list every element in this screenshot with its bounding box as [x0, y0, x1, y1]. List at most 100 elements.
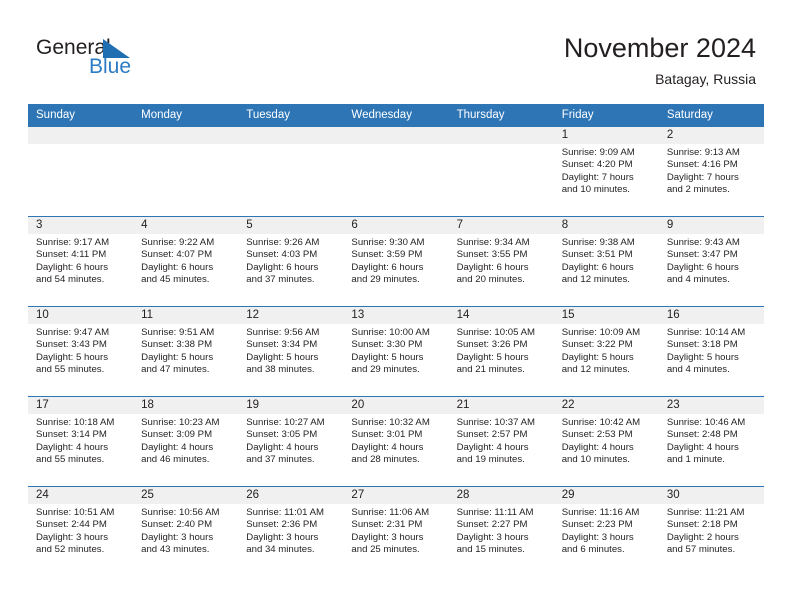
cell-inner [238, 127, 344, 216]
sunset-text: Sunset: 3:51 PM [561, 249, 633, 261]
cell-inner [133, 127, 239, 216]
daylight-text: Daylight: 3 hours [141, 531, 214, 543]
calendar-cell-day[interactable]: 27 Sunrise: 11:06 AM Sunset: 2:31 PM Daylig… [343, 486, 449, 576]
sunrise-text: Sunrise: 10:42 AM [561, 417, 641, 428]
calendar-cell-day[interactable]: 13 Sunrise: 10:00 AM Sunset: 3:30 PM Daylig… [343, 306, 449, 397]
calendar-week-row: 3 Sunrise: 9:17 AM Sunset: 4:11 PM Daylight… [28, 216, 764, 307]
calendar-cell-day[interactable]: 23 Sunrise: 10:46 AM Sunset: 2:48 PM Daylig… [658, 396, 764, 487]
sunset-text: Sunset: 3:30 PM [351, 339, 423, 351]
day-details: Sunrise: 10:09 AM Sunset: 3:22 PM Daylight… [554, 324, 659, 377]
daylight-text: Daylight: 6 hours [456, 261, 529, 273]
weekday-header-row: Sunday Monday Tuesday Wednesday Thursday Frid… [28, 104, 764, 127]
calendar-week-row: 24 Sunrise: 10:51 AM Sunset: 2:44 PM Daylig… [28, 486, 764, 576]
day-number: 29 [553, 487, 659, 504]
cell-inner: 14 Sunrise: 10:05 AM Sunset: 3:26 PM Daylig… [448, 307, 554, 396]
sunrise-text: Sunrise: 9:17 AM [36, 237, 110, 248]
calendar-cell-day[interactable]: 29 Sunrise: 11:16 AM Sunset: 2:23 PM Daylig… [553, 486, 659, 576]
cell-inner [343, 127, 449, 216]
daylight-text: Daylight: 3 hours [351, 531, 424, 543]
daylight-text-cont: and 4 minutes. [666, 364, 730, 376]
daylight-text-cont: and 38 minutes. [246, 364, 315, 376]
cell-inner [28, 127, 134, 216]
calendar-cell-day[interactable]: 16 Sunrise: 10:14 AM Sunset: 3:18 PM Daylig… [658, 306, 764, 397]
weekday-header-thursday: Thursday [448, 104, 554, 127]
daylight-text: Daylight: 3 hours [561, 531, 634, 543]
calendar-cell-day[interactable]: 4 Sunrise: 9:22 AM Sunset: 4:07 PM Daylight… [133, 216, 239, 307]
day-details [343, 144, 448, 147]
day-details: Sunrise: 10:27 AM Sunset: 3:05 PM Daylight… [238, 414, 343, 467]
calendar-cell-day[interactable]: 26 Sunrise: 11:01 AM Sunset: 2:36 PM Daylig… [238, 486, 344, 576]
cell-inner: 19 Sunrise: 10:27 AM Sunset: 3:05 PM Daylig… [238, 397, 344, 486]
calendar-cell-day[interactable]: 12 Sunrise: 9:56 AM Sunset: 3:34 PM Dayligh… [238, 306, 344, 397]
weekday-header-friday: Friday [553, 104, 659, 127]
day-number: 7 [448, 217, 554, 234]
calendar-cell-day[interactable]: 9 Sunrise: 9:43 AM Sunset: 3:47 PM Daylight… [658, 216, 764, 307]
daylight-text-cont: and 15 minutes. [456, 544, 525, 556]
calendar-cell-day[interactable]: 15 Sunrise: 10:09 AM Sunset: 3:22 PM Daylig… [553, 306, 659, 397]
day-number [133, 127, 239, 144]
brand-name-blue: Blue [89, 55, 132, 78]
calendar-cell-day[interactable]: 8 Sunrise: 9:38 AM Sunset: 3:51 PM Daylight… [553, 216, 659, 307]
day-number: 20 [343, 397, 449, 414]
sunrise-text: Sunrise: 9:43 AM [666, 237, 740, 248]
calendar-cell-day[interactable]: 28 Sunrise: 11:11 AM Sunset: 2:27 PM Daylig… [448, 486, 554, 576]
daylight-text-cont: and 10 minutes. [561, 184, 630, 196]
calendar-cell-day[interactable]: 25 Sunrise: 10:56 AM Sunset: 2:40 PM Daylig… [133, 486, 239, 576]
calendar-cell-day[interactable]: 2 Sunrise: 9:13 AM Sunset: 4:16 PM Daylight… [658, 126, 764, 217]
daylight-text-cont: and 20 minutes. [456, 274, 525, 286]
daylight-text: Daylight: 5 hours [456, 351, 529, 363]
calendar-cell-day[interactable]: 22 Sunrise: 10:42 AM Sunset: 2:53 PM Daylig… [553, 396, 659, 487]
day-details: Sunrise: 9:56 AM Sunset: 3:34 PM Daylight:… [238, 324, 343, 377]
daylight-text: Daylight: 4 hours [351, 441, 424, 453]
calendar-cell-day[interactable]: 30 Sunrise: 11:21 AM Sunset: 2:18 PM Daylig… [658, 486, 764, 576]
daylight-text: Daylight: 7 hours [666, 171, 739, 183]
sunrise-text: Sunrise: 11:01 AM [246, 507, 324, 518]
day-details: Sunrise: 10:46 AM Sunset: 2:48 PM Daylight… [659, 414, 764, 467]
calendar-cell-day[interactable]: 24 Sunrise: 10:51 AM Sunset: 2:44 PM Daylig… [28, 486, 134, 576]
cell-inner [448, 127, 554, 216]
day-number: 25 [133, 487, 239, 504]
calendar-cell-day[interactable]: 6 Sunrise: 9:30 AM Sunset: 3:59 PM Daylight… [343, 216, 449, 307]
sunrise-text: Sunrise: 9:56 AM [246, 327, 320, 338]
sunrise-text: Sunrise: 9:30 AM [351, 237, 425, 248]
calendar-cell-day[interactable]: 1 Sunrise: 9:09 AM Sunset: 4:20 PM Daylight… [553, 126, 659, 217]
calendar-cell-day[interactable]: 3 Sunrise: 9:17 AM Sunset: 4:11 PM Daylight… [28, 216, 134, 307]
sunrise-text: Sunrise: 10:18 AM [36, 417, 115, 428]
day-details: Sunrise: 11:21 AM Sunset: 2:18 PM Daylight… [659, 504, 764, 557]
day-number: 19 [238, 397, 344, 414]
cell-inner: 30 Sunrise: 11:21 AM Sunset: 2:18 PM Daylig… [658, 487, 764, 576]
sunset-text: Sunset: 2:48 PM [666, 429, 738, 441]
day-details: Sunrise: 11:06 AM Sunset: 2:31 PM Daylight… [343, 504, 448, 557]
daylight-text: Daylight: 4 hours [141, 441, 214, 453]
sunrise-text: Sunrise: 11:16 AM [561, 507, 640, 518]
sunrise-text: Sunrise: 10:51 AM [36, 507, 115, 518]
day-number: 13 [343, 307, 449, 324]
day-number: 23 [658, 397, 764, 414]
calendar-cell-day[interactable]: 5 Sunrise: 9:26 AM Sunset: 4:03 PM Daylight… [238, 216, 344, 307]
sunrise-text: Sunrise: 11:11 AM [456, 507, 534, 518]
daylight-text-cont: and 4 minutes. [666, 274, 730, 286]
day-details: Sunrise: 9:38 AM Sunset: 3:51 PM Daylight:… [554, 234, 659, 287]
calendar-cell-day[interactable]: 11 Sunrise: 9:51 AM Sunset: 3:38 PM Dayligh… [133, 306, 239, 397]
daylight-text-cont: and 6 minutes. [561, 544, 625, 556]
cell-inner: 21 Sunrise: 10:37 AM Sunset: 2:57 PM Daylig… [448, 397, 554, 486]
cell-inner: 2 Sunrise: 9:13 AM Sunset: 4:16 PM Daylight… [658, 127, 764, 216]
calendar-cell-day[interactable]: 17 Sunrise: 10:18 AM Sunset: 3:14 PM Daylig… [28, 396, 134, 487]
calendar-cell-day[interactable]: 7 Sunrise: 9:34 AM Sunset: 3:55 PM Daylight… [448, 216, 554, 307]
daylight-text-cont: and 29 minutes. [351, 274, 420, 286]
calendar-cell-day[interactable]: 10 Sunrise: 9:47 AM Sunset: 3:43 PM Dayligh… [28, 306, 134, 397]
sunrise-text: Sunrise: 9:38 AM [561, 237, 635, 248]
calendar-week-row: 1 Sunrise: 9:09 AM Sunset: 4:20 PM Daylight… [28, 126, 764, 217]
brand-logo[interactable]: General Blue [36, 36, 176, 84]
sunrise-text: Sunrise: 10:27 AM [246, 417, 325, 428]
calendar-cell-day[interactable]: 18 Sunrise: 10:23 AM Sunset: 3:09 PM Daylig… [133, 396, 239, 487]
calendar-cell-day[interactable]: 20 Sunrise: 10:32 AM Sunset: 3:01 PM Daylig… [343, 396, 449, 487]
sunrise-text: Sunrise: 10:32 AM [351, 417, 430, 428]
calendar-cell-day[interactable]: 19 Sunrise: 10:27 AM Sunset: 3:05 PM Daylig… [238, 396, 344, 487]
day-details: Sunrise: 11:01 AM Sunset: 2:36 PM Daylight… [238, 504, 343, 557]
sunrise-text: Sunrise: 10:23 AM [141, 417, 220, 428]
calendar-cell-day[interactable]: 14 Sunrise: 10:05 AM Sunset: 3:26 PM Daylig… [448, 306, 554, 397]
sunset-text: Sunset: 3:47 PM [666, 249, 738, 261]
cell-inner: 10 Sunrise: 9:47 AM Sunset: 3:43 PM Dayligh… [28, 307, 134, 396]
calendar-cell-day[interactable]: 21 Sunrise: 10:37 AM Sunset: 2:57 PM Daylig… [448, 396, 554, 487]
